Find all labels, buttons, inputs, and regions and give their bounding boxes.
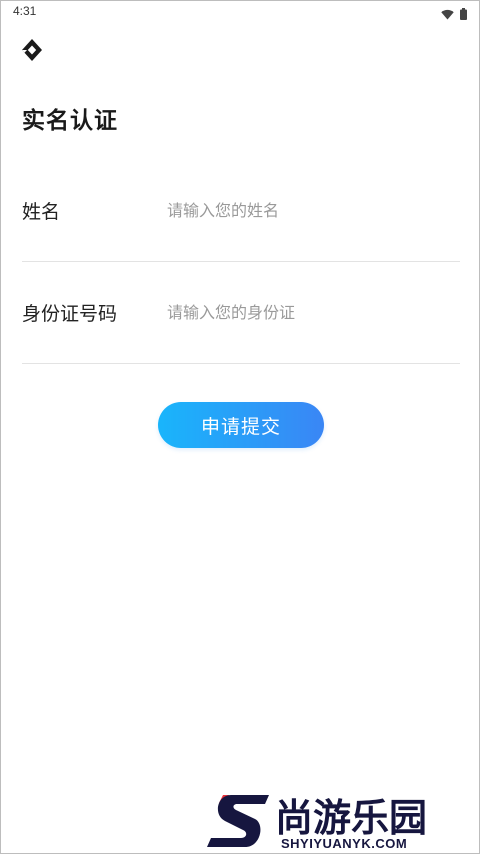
- watermark-cn-text: 尚游乐园: [275, 796, 428, 840]
- id-number-label: 身份证号码: [22, 303, 118, 325]
- status-bar: 4:31: [1, 1, 479, 23]
- wifi-icon: [441, 5, 454, 24]
- watermark-en-text: SHYIYUANYK.COM: [281, 836, 408, 851]
- page-title: 实名认证: [22, 108, 118, 134]
- watermark-s-logo-icon: [203, 789, 271, 853]
- name-input[interactable]: [167, 194, 447, 226]
- name-label: 姓名: [22, 201, 61, 223]
- battery-icon: [460, 5, 467, 24]
- back-button[interactable]: [19, 39, 45, 65]
- id-number-input[interactable]: [167, 296, 447, 328]
- app-screen: 4:31 实名认证 姓名 请输入您的姓名 身份证号码 请输入您的身份证 申请提交…: [0, 0, 480, 854]
- id-number-row: 身份证号码: [22, 262, 460, 364]
- watermark: 尚游乐园 SHYIYUANYK.COM: [197, 785, 479, 853]
- status-time: 4:31: [13, 4, 37, 18]
- status-icons: [441, 5, 467, 24]
- name-row: 姓名: [22, 160, 460, 262]
- submit-button[interactable]: 申请提交: [158, 402, 324, 448]
- diamond-logo-icon: [21, 38, 43, 66]
